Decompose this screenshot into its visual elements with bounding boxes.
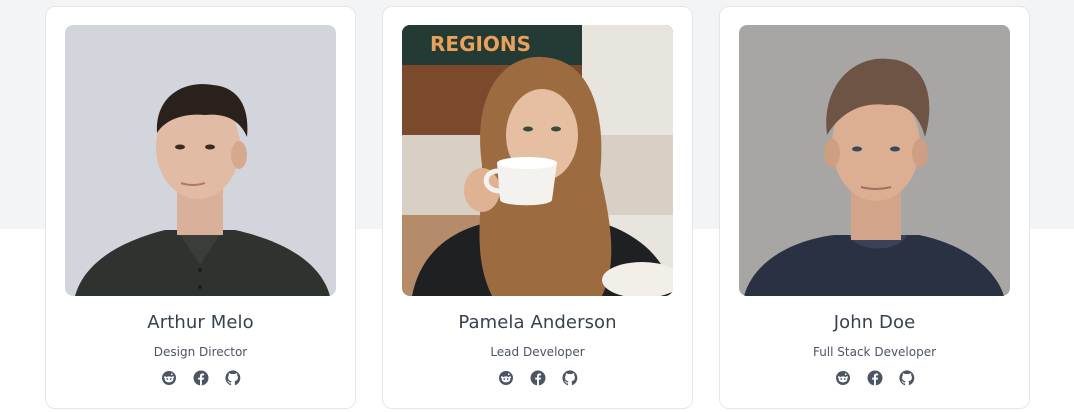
facebook-icon[interactable] <box>193 370 209 386</box>
portrait-young-man-image <box>65 25 336 296</box>
member-role: Design Director <box>153 345 248 359</box>
github-icon[interactable] <box>898 370 915 386</box>
github-icon[interactable] <box>561 370 578 386</box>
reddit-icon[interactable] <box>161 370 177 386</box>
team-card-arthur-melo: Arthur Melo Design Director <box>45 6 356 409</box>
team-card-pamela-anderson: REGIONS Pamela Anderson Lead Developer <box>382 6 693 409</box>
reddit-icon[interactable] <box>498 370 514 386</box>
social-links <box>383 370 692 386</box>
member-name: Arthur Melo <box>147 312 254 333</box>
cafe-sign-text: REGIONS <box>430 32 531 56</box>
team-cards: Arthur Melo Design Director REGIONS Pame… <box>0 0 1074 412</box>
facebook-icon[interactable] <box>530 370 546 386</box>
member-role: Full Stack Developer <box>812 345 937 359</box>
team-card-john-doe: John Doe Full Stack Developer <box>719 6 1030 409</box>
reddit-icon[interactable] <box>835 370 851 386</box>
portrait-woman-coffee-image: REGIONS <box>402 25 673 296</box>
social-links <box>46 370 355 386</box>
member-role: Lead Developer <box>490 345 585 359</box>
facebook-icon[interactable] <box>867 370 883 386</box>
member-photo: REGIONS <box>402 25 673 296</box>
member-photo <box>65 25 336 296</box>
member-photo <box>739 25 1010 296</box>
member-name: Pamela Anderson <box>458 312 617 333</box>
team-section: Arthur Melo Design Director REGIONS Pame… <box>0 0 1074 412</box>
social-links <box>720 370 1029 386</box>
member-name: John Doe <box>833 312 916 333</box>
portrait-man-navy-tshirt-image <box>739 25 1010 296</box>
github-icon[interactable] <box>224 370 241 386</box>
